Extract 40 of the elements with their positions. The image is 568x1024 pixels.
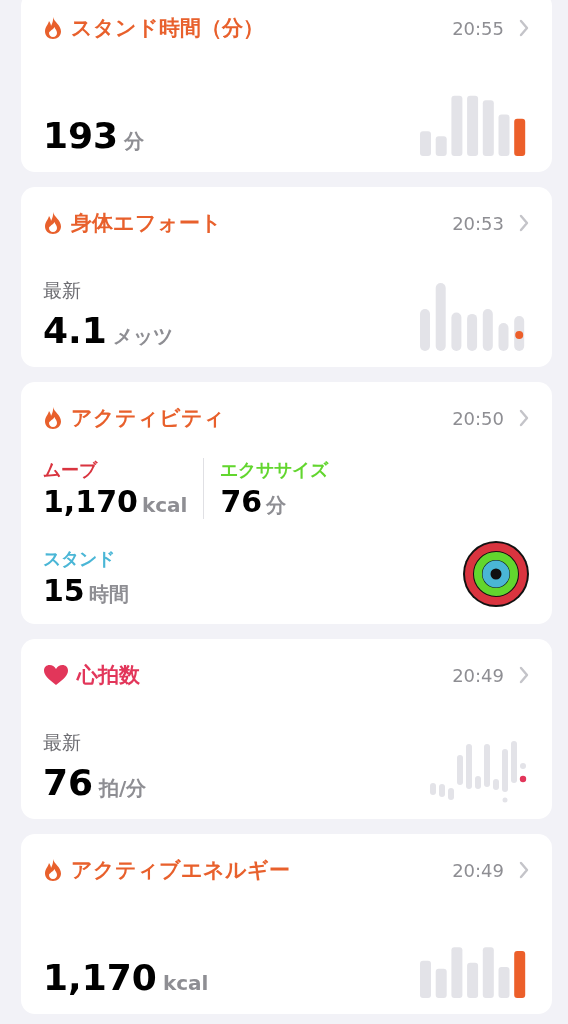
card-title: アクティビティ <box>71 405 225 432</box>
value-text: 15 <box>43 573 85 608</box>
card-title: 心拍数 <box>77 662 140 689</box>
timestamp: 20:49 <box>452 859 504 881</box>
unit-text: 拍/分 <box>99 775 147 802</box>
metric-label: エクササイズ <box>220 458 329 482</box>
card-background[interactable]: 身体エフォート 20:53 最新 4.1 メッツ <box>21 187 552 367</box>
value-text: 193 <box>43 115 119 156</box>
chevron-icon <box>518 408 530 428</box>
metric-label: ムーブ <box>43 458 99 482</box>
activity-rings-drawing <box>462 540 530 608</box>
card-title: スタンド時間（分） <box>71 15 264 42</box>
card-background[interactable]: アクティブエネルギー 20:49 1,170 kcal <box>21 834 552 1014</box>
chevron-icon <box>518 213 530 233</box>
timestamp: 20:49 <box>452 664 504 686</box>
value-text: 76 <box>43 762 94 803</box>
unit-text: 分 <box>266 492 287 519</box>
chevron-icon <box>518 18 530 38</box>
value-text: 1,170 <box>43 484 138 519</box>
card-background[interactable]: 心拍数 20:49 最新 76 拍/分 <box>21 639 552 819</box>
caption-text: 最新 <box>43 278 82 303</box>
caption-text: 最新 <box>43 730 82 755</box>
chevron-icon <box>518 860 530 880</box>
chevron-icon <box>518 665 530 685</box>
unit-text: 分 <box>124 128 145 155</box>
card-background[interactable]: アクティビティ 20:50 ムーブ 1,170 kcal エクササイズ 76 分 スタンド 15 時間 <box>21 382 552 624</box>
unit-text: kcal <box>141 493 188 517</box>
card-title: 身体エフォート <box>71 210 222 237</box>
timestamp: 20:50 <box>452 407 504 429</box>
value-text: 76 <box>220 484 263 519</box>
timestamp: 20:53 <box>452 212 504 234</box>
value-text: 4.1 <box>43 310 107 351</box>
unit-text: メッツ <box>112 323 173 350</box>
metric-label: スタンド <box>43 547 116 571</box>
value-text: 1,170 <box>43 957 157 998</box>
timestamp: 20:55 <box>452 17 504 39</box>
card-title: アクティブエネルギー <box>71 857 290 884</box>
card-background[interactable]: スタンド時間（分） 20:55 193 分 <box>21 0 552 172</box>
unit-text: 時間 <box>88 581 129 608</box>
unit-text: kcal <box>162 971 209 995</box>
